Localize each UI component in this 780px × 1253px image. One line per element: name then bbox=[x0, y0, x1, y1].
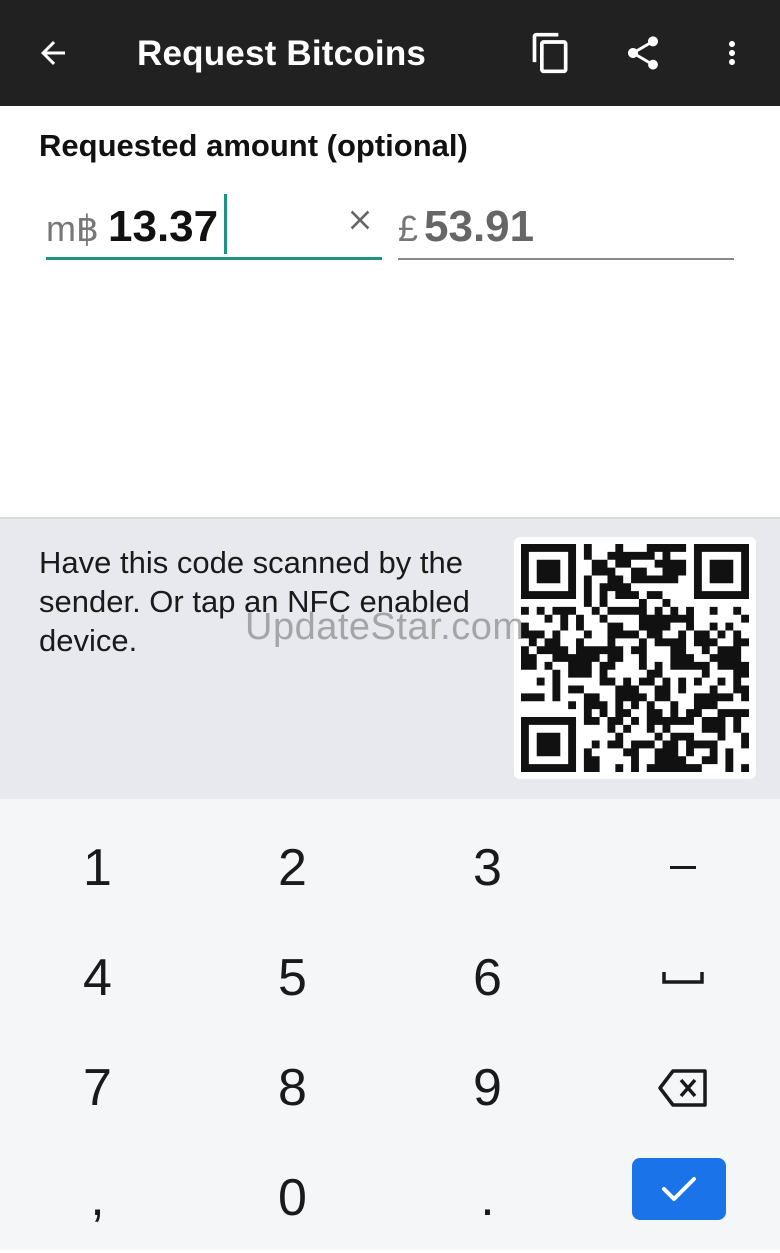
scan-panel: Have this code scanned by the sender. Or… bbox=[0, 519, 780, 799]
key-space[interactable] bbox=[585, 923, 780, 1033]
key-1[interactable]: 1 bbox=[0, 813, 195, 923]
numeric-keypad: 1 2 3 4 5 6 7 8 9 , 0 . bbox=[0, 799, 780, 1250]
text-cursor bbox=[224, 194, 227, 254]
key-8[interactable]: 8 bbox=[195, 1033, 390, 1143]
key-minus[interactable] bbox=[585, 813, 780, 923]
gbp-currency-prefix: £ bbox=[398, 208, 419, 249]
btc-unit-prefix: m฿ bbox=[46, 208, 99, 249]
key-5[interactable]: 5 bbox=[195, 923, 390, 1033]
back-button[interactable] bbox=[23, 23, 83, 83]
qr-code-card[interactable] bbox=[514, 537, 756, 779]
copy-icon bbox=[532, 32, 568, 74]
watermark: UpdateStar.com bbox=[245, 606, 525, 648]
key-0[interactable]: 0 bbox=[195, 1143, 390, 1253]
gbp-amount-value[interactable]: 53.91 bbox=[424, 202, 534, 252]
space-icon bbox=[661, 972, 704, 984]
qr-code-icon bbox=[521, 544, 749, 772]
more-vert-icon bbox=[729, 41, 735, 65]
app-bar: Request Bitcoins bbox=[0, 0, 780, 106]
key-decimal[interactable]: . bbox=[390, 1143, 585, 1253]
key-comma[interactable]: , bbox=[0, 1143, 195, 1253]
key-6[interactable]: 6 bbox=[390, 923, 585, 1033]
key-backspace[interactable] bbox=[585, 1033, 780, 1143]
clear-amount-button[interactable] bbox=[344, 204, 376, 236]
gbp-amount-field[interactable]: £ 53.91 bbox=[398, 194, 734, 260]
confirm-button[interactable] bbox=[632, 1158, 726, 1220]
close-icon bbox=[350, 210, 370, 230]
page-title: Request Bitcoins bbox=[137, 34, 427, 73]
key-9[interactable]: 9 bbox=[390, 1033, 585, 1143]
key-3[interactable]: 3 bbox=[390, 813, 585, 923]
key-7[interactable]: 7 bbox=[0, 1033, 195, 1143]
key-4[interactable]: 4 bbox=[0, 923, 195, 1033]
requested-amount-label: Requested amount (optional) bbox=[39, 128, 468, 163]
share-icon bbox=[628, 36, 658, 70]
arrow-back-icon bbox=[41, 41, 65, 65]
checkmark-icon bbox=[662, 1177, 696, 1201]
overflow-menu-button[interactable] bbox=[702, 23, 762, 83]
btc-amount-field[interactable]: m฿ 13.37 bbox=[46, 194, 382, 260]
share-button[interactable] bbox=[613, 23, 673, 83]
btc-amount-value[interactable]: 13.37 bbox=[108, 202, 218, 252]
backspace-icon bbox=[657, 1069, 707, 1107]
copy-button[interactable] bbox=[521, 23, 581, 83]
minus-icon bbox=[669, 866, 696, 869]
key-2[interactable]: 2 bbox=[195, 813, 390, 923]
